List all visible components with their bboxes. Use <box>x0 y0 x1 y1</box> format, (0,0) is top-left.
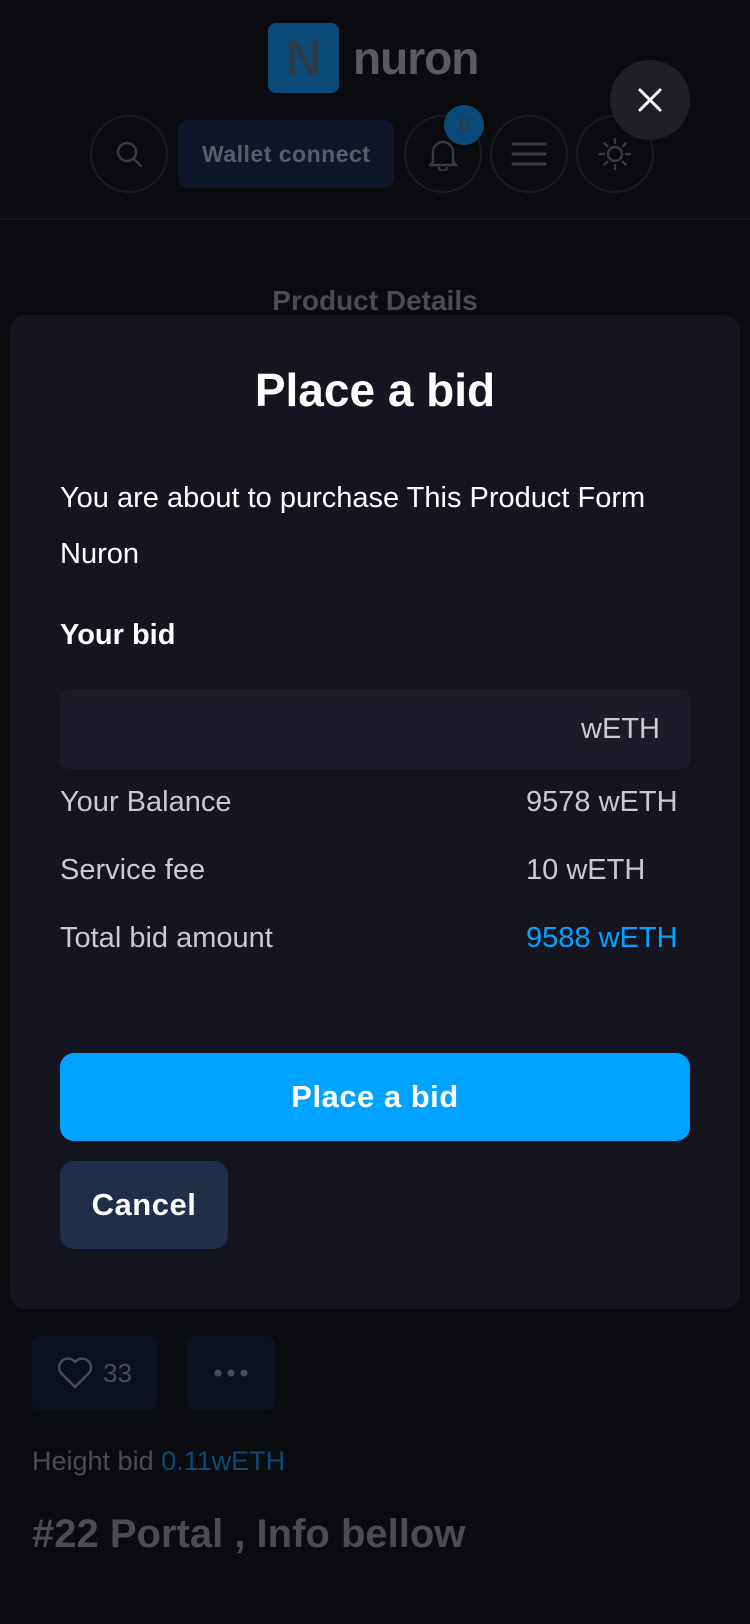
modal-title: Place a bid <box>254 364 496 416</box>
notifications-button[interactable]: 6 <box>404 105 485 193</box>
place-bid-modal: Place a bid You are about to purchase Th… <box>10 315 740 1309</box>
sun-icon <box>599 137 632 171</box>
product-actions: 33 <box>32 1336 275 1410</box>
bid-label: Your bid <box>60 619 176 651</box>
search-button[interactable] <box>90 115 168 193</box>
service-fee-label: Service fee <box>60 854 206 886</box>
header-actions: Wallet connect 6 <box>90 105 655 194</box>
total-label: Total bid amount <box>60 922 273 954</box>
section-title: Product Details <box>272 285 478 316</box>
cancel-button[interactable]: Cancel <box>60 1161 228 1249</box>
search-icon <box>116 141 143 168</box>
heart-icon <box>57 1357 93 1389</box>
logo-text: nuron <box>353 32 479 84</box>
wallet-connect-button[interactable]: Wallet connect <box>178 120 395 188</box>
balance-label: Your Balance <box>60 786 232 818</box>
total-row: Total bid amount 9588 wETH <box>60 922 690 955</box>
close-icon <box>638 88 662 112</box>
more-dots-icon <box>214 1369 248 1377</box>
menu-button[interactable] <box>490 115 569 193</box>
total-value: 9588 wETH <box>526 922 678 954</box>
hamburger-menu-icon <box>511 142 547 166</box>
bid-input-wrapper: wETH <box>60 688 690 770</box>
service-fee-row: Service fee 10 wETH <box>60 854 690 887</box>
place-bid-button[interactable]: Place a bid <box>60 1053 690 1141</box>
logo-mark: N <box>268 23 339 93</box>
like-button[interactable]: 33 <box>32 1336 157 1410</box>
balance-row: Your Balance 9578 wETH <box>60 786 690 819</box>
service-fee-value: 10 wETH <box>526 854 646 886</box>
modal-description: You are about to purchase This Product F… <box>60 482 646 570</box>
close-modal-button[interactable] <box>610 60 690 140</box>
site-logo[interactable]: N nuron <box>268 23 479 93</box>
balance-value: 9578 wETH <box>526 786 678 818</box>
highest-bid-value: 0.11wETH <box>161 1446 286 1476</box>
like-count: 33 <box>103 1357 132 1388</box>
highest-bid-label: Height bid <box>32 1446 154 1476</box>
notification-count-badge: 6 <box>444 105 485 145</box>
highest-bid: Height bid 0.11wETH <box>32 1446 285 1477</box>
more-options-button[interactable] <box>187 1336 275 1410</box>
screen: N nuron Wallet connect 6 Product Details… <box>0 0 750 1624</box>
header-divider <box>0 218 750 220</box>
product-title: #22 Portal , Info bellow <box>32 1512 466 1556</box>
bid-unit: wETH <box>581 712 660 745</box>
bid-amount-input[interactable] <box>60 688 582 770</box>
